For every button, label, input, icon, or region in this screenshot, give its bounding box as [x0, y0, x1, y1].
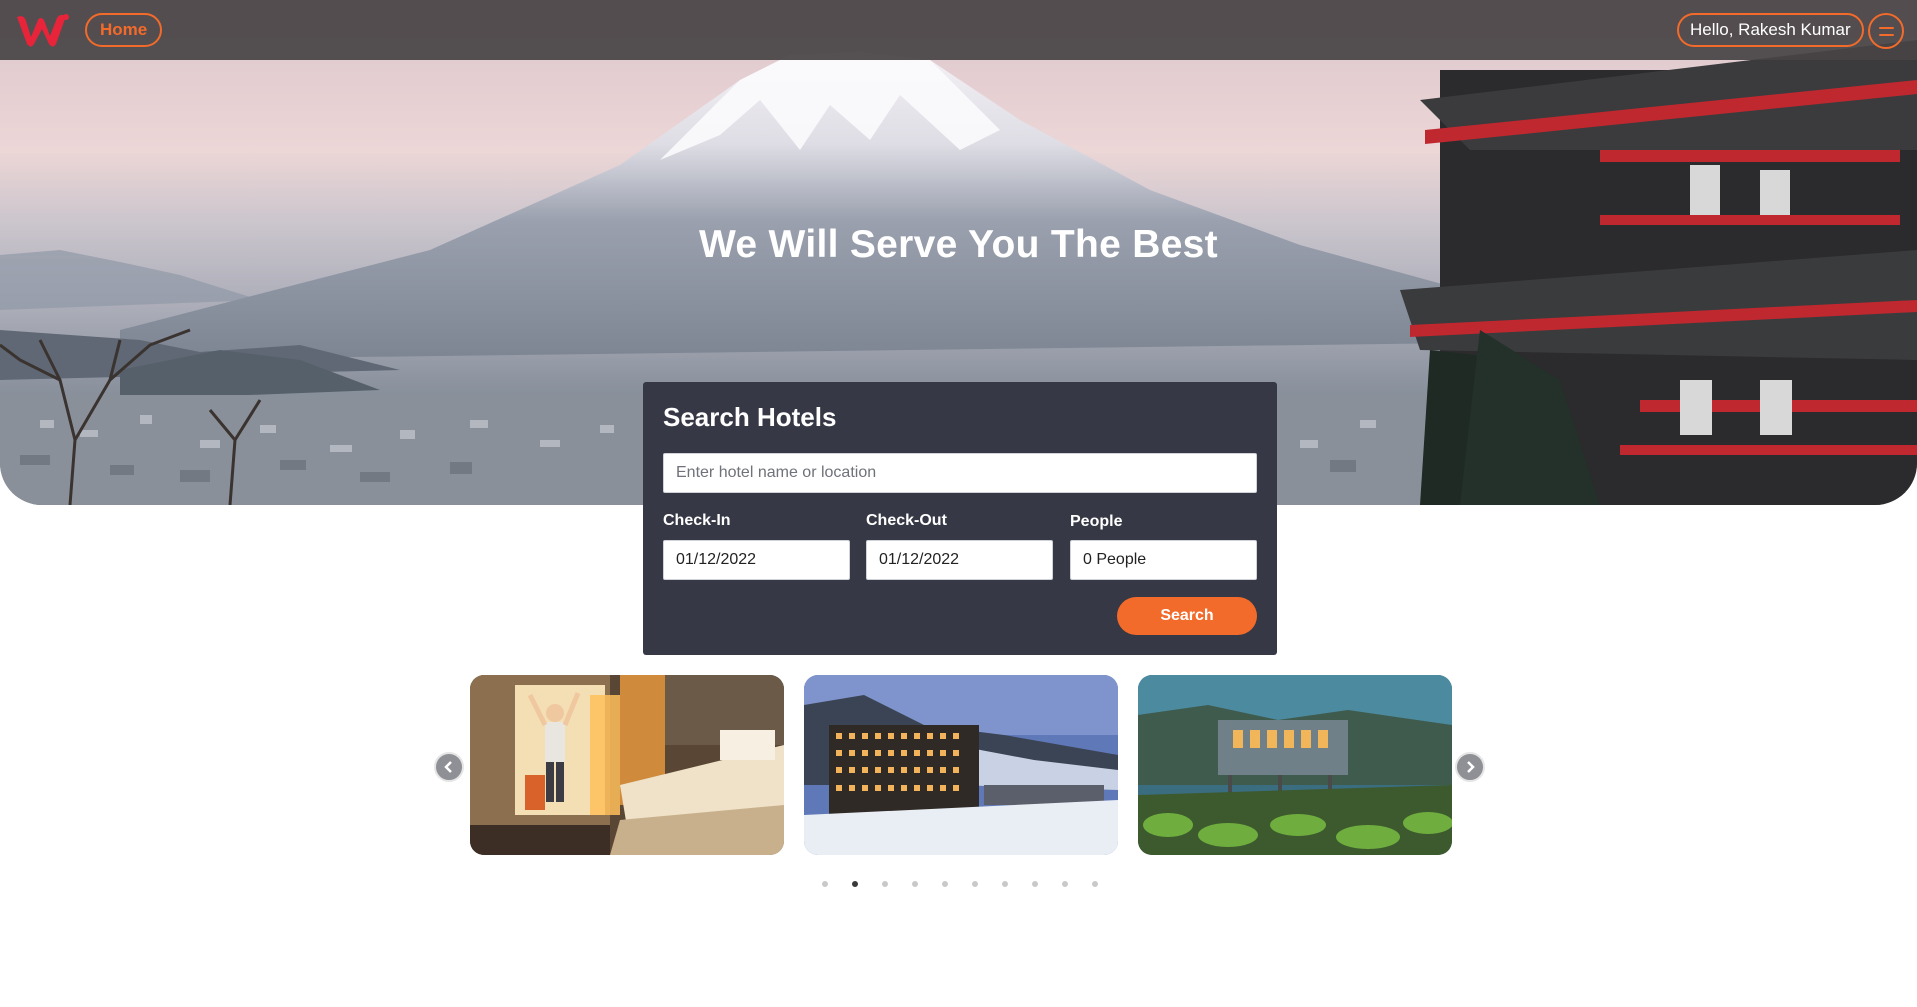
- carousel-slide-modern-lodge[interactable]: [1138, 675, 1452, 855]
- hotel-room-photo: [470, 675, 784, 855]
- page: Home Hello, Rakesh Kumar We Will Serve Y…: [0, 0, 1917, 1007]
- chevron-right-icon[interactable]: [1455, 752, 1485, 782]
- carousel-dot[interactable]: [912, 881, 918, 887]
- home-button[interactable]: Home: [85, 13, 163, 47]
- carousel-slide-hotel-room[interactable]: [470, 675, 784, 855]
- user-greeting-button[interactable]: Hello, Rakesh Kumar: [1677, 13, 1864, 47]
- chevron-left-icon[interactable]: [434, 752, 464, 782]
- hotel-search-input[interactable]: Enter hotel name or location: [663, 453, 1257, 493]
- carousel-dot[interactable]: [1032, 881, 1038, 887]
- checkin-label: Check-In: [663, 512, 731, 529]
- carousel-dot[interactable]: [852, 881, 858, 887]
- carousel-dot[interactable]: [972, 881, 978, 887]
- menu-line: [1879, 27, 1894, 29]
- people-field[interactable]: 0 People: [1070, 540, 1257, 580]
- search-hotels-panel: Search Hotels Enter hotel name or locati…: [643, 382, 1277, 655]
- search-title: Search Hotels: [663, 402, 837, 432]
- menu-icon[interactable]: [1868, 13, 1904, 49]
- carousel-dot[interactable]: [1062, 881, 1068, 887]
- carousel-dot[interactable]: [822, 881, 828, 887]
- menu-line: [1879, 34, 1894, 36]
- carousel-dot[interactable]: [1002, 881, 1008, 887]
- checkout-date-field[interactable]: 01/12/2022: [866, 540, 1053, 580]
- hero-headline: We Will Serve You The Best: [699, 223, 1218, 266]
- carousel-dot[interactable]: [1092, 881, 1098, 887]
- top-navbar: Home Hello, Rakesh Kumar: [0, 0, 1917, 60]
- carousel-slide-snowy-hotel[interactable]: [804, 675, 1118, 855]
- people-label: People: [1070, 513, 1123, 530]
- modern-lodge-photo: [1138, 675, 1452, 855]
- search-button[interactable]: Search: [1117, 597, 1257, 635]
- carousel-dot[interactable]: [942, 881, 948, 887]
- carousel-dot[interactable]: [882, 881, 888, 887]
- checkout-label: Check-Out: [866, 512, 947, 529]
- w-logo-icon[interactable]: [14, 11, 70, 49]
- snowy-hotel-photo: [804, 675, 1118, 855]
- checkin-date-field[interactable]: 01/12/2022: [663, 540, 850, 580]
